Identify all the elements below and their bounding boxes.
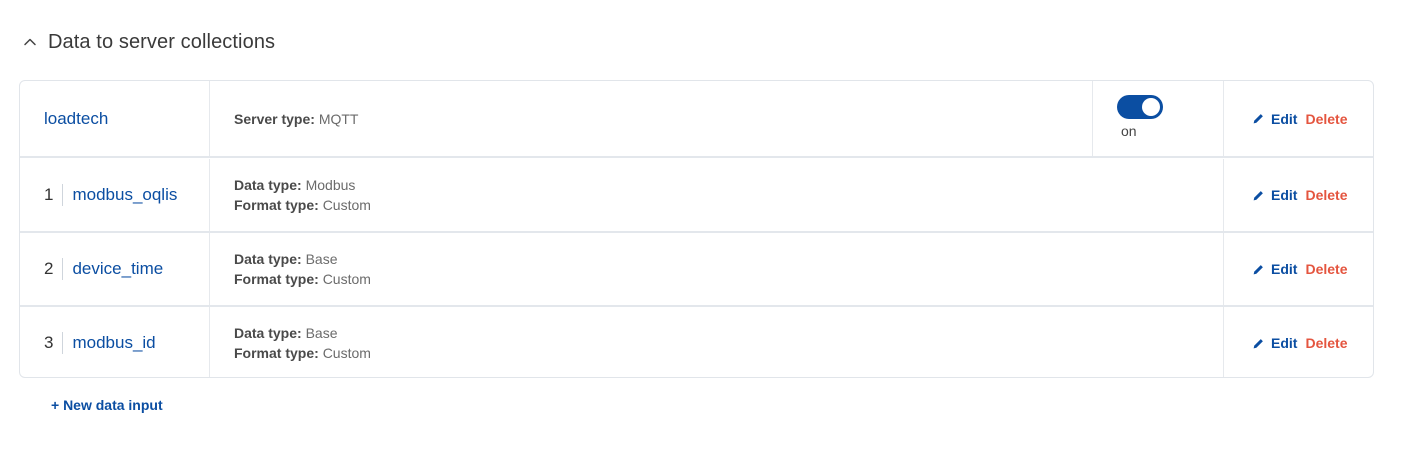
data-type-label: Data type:: [234, 325, 302, 341]
pencil-icon: [1253, 338, 1263, 348]
toggle-state-label: on: [1121, 122, 1137, 139]
input-info-cell: Data type: Base Format type: Custom: [210, 233, 1223, 305]
data-type: Data type: Base: [234, 323, 338, 343]
data-type-value: Base: [305, 325, 338, 341]
input-name-cell: 1 modbus_oqlis: [20, 159, 210, 231]
edit-label: Edit: [1271, 335, 1298, 351]
input-name-link[interactable]: modbus_id: [72, 333, 155, 353]
section-title: Data to server collections: [48, 30, 276, 53]
edit-label: Edit: [1271, 187, 1298, 203]
table-row: 1 modbus_oqlis Data type: Modbus Format …: [20, 159, 1373, 233]
collection-name-link[interactable]: loadtech: [44, 109, 108, 129]
data-type: Data type: Base: [234, 249, 338, 269]
enable-toggle-wrap: on: [1117, 94, 1163, 139]
server-type-value: MQTT: [318, 110, 359, 127]
collection-info-cell: Server type: MQTT: [210, 81, 1092, 156]
pencil-icon: [1253, 114, 1263, 124]
table-row: 3 modbus_id Data type: Base Format type:…: [20, 307, 1373, 377]
data-type-label: Data type:: [234, 177, 302, 193]
collections-table: loadtech Server type: MQTT on Edit Delet…: [19, 80, 1374, 378]
format-type-value: Custom: [322, 345, 371, 361]
pencil-icon: [1253, 190, 1263, 200]
delete-button[interactable]: Delete: [1305, 335, 1347, 351]
chevron-up-icon[interactable]: [22, 34, 38, 50]
section-header[interactable]: Data to server collections: [22, 28, 275, 56]
row-index: 2: [44, 258, 64, 280]
input-name-cell: 3 modbus_id: [20, 307, 210, 377]
data-type: Data type: Modbus: [234, 175, 355, 195]
format-type-value: Custom: [322, 271, 371, 287]
edit-label: Edit: [1271, 110, 1298, 127]
edit-button[interactable]: Edit: [1252, 261, 1297, 277]
format-type-label: Format type:: [234, 271, 319, 287]
collection-actions: Edit Delete: [1223, 81, 1373, 156]
input-info-cell: Data type: Base Format type: Custom: [210, 307, 1223, 377]
server-type: Server type: MQTT: [234, 109, 358, 129]
data-type-value: Base: [305, 251, 338, 267]
row-actions: Edit Delete: [1223, 233, 1373, 305]
new-data-input-link[interactable]: + New data input: [51, 397, 163, 413]
row-index: 3: [44, 332, 64, 354]
format-type: Format type: Custom: [234, 195, 371, 215]
format-type: Format type: Custom: [234, 343, 371, 363]
edit-label: Edit: [1271, 261, 1298, 277]
toggle-knob: [1142, 97, 1160, 116]
row-actions: Edit Delete: [1223, 307, 1373, 377]
format-type-value: Custom: [322, 197, 371, 213]
edit-button[interactable]: Edit: [1252, 335, 1297, 351]
pencil-icon: [1253, 264, 1263, 274]
enable-toggle[interactable]: [1117, 94, 1163, 119]
edit-button[interactable]: Edit: [1252, 111, 1297, 127]
format-type: Format type: Custom: [234, 269, 371, 289]
row-actions: Edit Delete: [1223, 159, 1373, 231]
table-row: 2 device_time Data type: Base Format typ…: [20, 233, 1373, 307]
format-type-label: Format type:: [234, 345, 319, 361]
server-type-label: Server type:: [234, 110, 315, 127]
data-type-value: Modbus: [305, 177, 356, 193]
collection-name-cell: loadtech: [20, 81, 210, 156]
edit-button[interactable]: Edit: [1252, 187, 1297, 203]
delete-button[interactable]: Delete: [1305, 261, 1347, 277]
delete-button[interactable]: Delete: [1305, 187, 1347, 203]
collection-row: loadtech Server type: MQTT on Edit Delet…: [20, 81, 1373, 158]
input-info-cell: Data type: Modbus Format type: Custom: [210, 159, 1223, 231]
input-name-cell: 2 device_time: [20, 233, 210, 305]
toggle-cell: on: [1092, 81, 1223, 156]
format-type-label: Format type:: [234, 197, 319, 213]
input-name-link[interactable]: modbus_oqlis: [72, 185, 177, 205]
row-index: 1: [44, 184, 64, 206]
delete-button[interactable]: Delete: [1305, 111, 1347, 127]
input-name-link[interactable]: device_time: [72, 259, 163, 279]
data-type-label: Data type:: [234, 251, 302, 267]
